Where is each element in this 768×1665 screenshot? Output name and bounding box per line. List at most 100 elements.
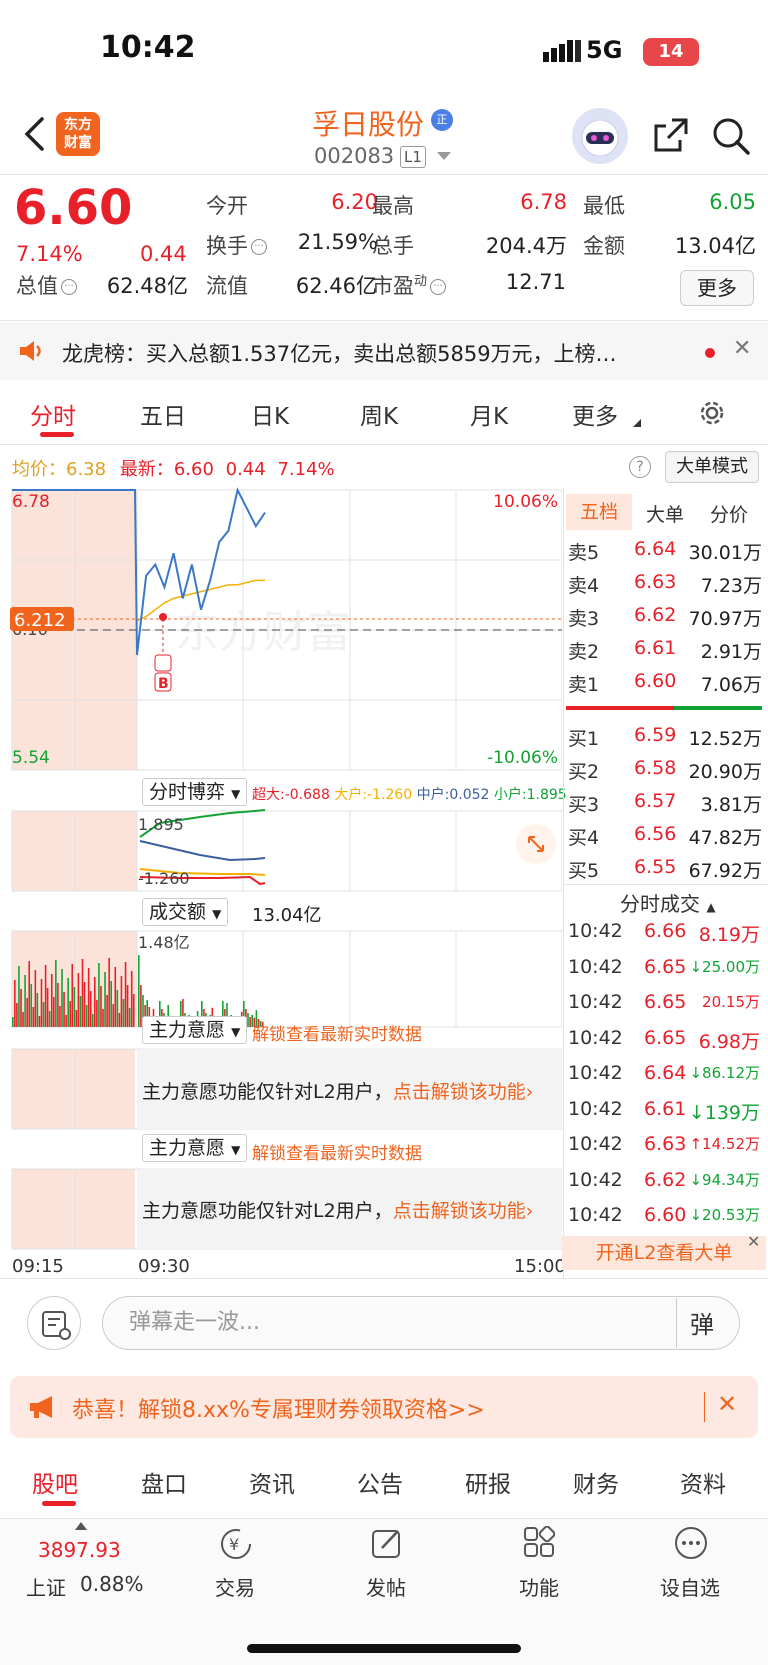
volume-bar bbox=[96, 1000, 98, 1027]
quote-label: 总手 bbox=[372, 234, 414, 258]
quote-value: 6.05 bbox=[709, 190, 756, 214]
x-label-open: 09:30 bbox=[138, 1256, 190, 1277]
quote-value: 13.04亿 bbox=[674, 234, 756, 258]
volume-bar bbox=[67, 978, 69, 1027]
volume-bar bbox=[85, 1005, 88, 1027]
badge-zheng: 正 bbox=[431, 109, 453, 131]
settings-gear-icon[interactable] bbox=[697, 398, 727, 428]
tab-guba[interactable]: 股吧 bbox=[32, 1465, 78, 1499]
volume-bar bbox=[104, 972, 106, 1027]
nav-add-watchlist[interactable]: 设自选 bbox=[660, 1572, 720, 1601]
ind2-selector[interactable]: 成交额 ▼ bbox=[142, 898, 229, 926]
danmu-toggle-button[interactable]: 弹 bbox=[690, 1305, 714, 1340]
tab-research[interactable]: 研报 bbox=[465, 1465, 511, 1499]
tab-price-dist[interactable]: 分价 bbox=[710, 500, 748, 527]
robot-avatar-icon[interactable] bbox=[572, 108, 628, 164]
ticks-title[interactable]: 分时成交 ▲ bbox=[620, 888, 716, 917]
index-value[interactable]: 3897.93 bbox=[38, 1538, 121, 1562]
open-l2-banner[interactable]: 开通L2查看大单 bbox=[562, 1236, 766, 1270]
search-icon[interactable] bbox=[711, 116, 751, 156]
level-volume: 47.82万 bbox=[688, 827, 762, 849]
volume-bar bbox=[130, 971, 133, 1027]
divider bbox=[676, 1298, 677, 1348]
tab-five-levels[interactable]: 五档 bbox=[566, 494, 632, 530]
big-order-mode-button[interactable]: 大单模式 bbox=[665, 451, 759, 483]
tab-daily-k[interactable]: 日K bbox=[251, 397, 289, 431]
ind3-lock-message[interactable]: 主力意愿功能仅针对L2用户，点击解锁该功能› bbox=[142, 1077, 533, 1104]
ind4-selector[interactable]: 主力意愿 ▼ bbox=[142, 1134, 248, 1162]
tab-pankou[interactable]: 盘口 bbox=[141, 1465, 187, 1499]
help-icon[interactable]: ? bbox=[629, 456, 651, 478]
marker-price: 6.212 bbox=[14, 610, 66, 631]
stock-name[interactable]: 孚日股份 bbox=[312, 103, 424, 143]
volume-bar bbox=[65, 1015, 67, 1027]
danmu-list-icon[interactable] bbox=[27, 1296, 81, 1350]
level-badge[interactable]: L1 bbox=[400, 146, 426, 168]
close-icon[interactable]: ✕ bbox=[717, 1390, 737, 1418]
divider bbox=[704, 1392, 705, 1422]
share-icon[interactable] bbox=[652, 116, 690, 154]
volume-bar bbox=[128, 1008, 131, 1027]
ind1-selector[interactable]: 分时博弈 ▼ bbox=[142, 778, 248, 806]
orderbook-row[interactable]: 卖3 6.62 70.97万 bbox=[568, 604, 764, 636]
ind3-unlock-link[interactable]: 解锁查看最新实时数据 bbox=[252, 1020, 422, 1045]
orderbook-row[interactable]: 买1 6.59 12.52万 bbox=[568, 724, 764, 756]
tab-weekly-k[interactable]: 周K bbox=[360, 397, 398, 431]
orderbook-row[interactable]: 卖2 6.61 2.91万 bbox=[568, 637, 764, 669]
trade-icon[interactable]: ¥ bbox=[218, 1526, 254, 1562]
current-price: 6.60 bbox=[14, 180, 133, 236]
nav-post[interactable]: 发帖 bbox=[366, 1572, 406, 1601]
chevron-down-icon[interactable] bbox=[437, 152, 451, 162]
level-label: 卖2 bbox=[568, 641, 600, 663]
tick-row: 10:42 6.65 ↓25.00万 bbox=[568, 955, 760, 978]
orderbook-row[interactable]: 卖4 6.63 7.23万 bbox=[568, 571, 764, 603]
orderbook-row[interactable]: 买3 6.57 3.81万 bbox=[568, 790, 764, 822]
functions-grid-icon[interactable] bbox=[523, 1526, 555, 1558]
notice-text[interactable]: 龙虎榜：买入总额1.537亿元，卖出总额5859万元，上榜… bbox=[62, 338, 682, 368]
index-name[interactable]: 上证 bbox=[26, 1572, 66, 1601]
eastmoney-logo: 东方 财富 bbox=[56, 112, 100, 156]
status-bar: 10:42 5G 14 bbox=[0, 0, 768, 100]
quote-label: 最低 bbox=[583, 194, 625, 218]
close-icon[interactable]: ✕ bbox=[747, 1232, 760, 1251]
level-price: 6.55 bbox=[634, 856, 677, 878]
home-indicator bbox=[247, 1644, 521, 1653]
tab-more[interactable]: 更多 bbox=[572, 397, 618, 431]
tab-profile[interactable]: 资料 bbox=[680, 1465, 726, 1499]
tab-announcements[interactable]: 公告 bbox=[357, 1465, 403, 1499]
promo-text[interactable]: 恭喜！解锁8.xx%专属理财券领取资格>> bbox=[72, 1392, 485, 1424]
tab-big-orders[interactable]: 大单 bbox=[646, 500, 684, 527]
level-price: 6.61 bbox=[634, 637, 677, 659]
nav-functions[interactable]: 功能 bbox=[519, 1572, 559, 1601]
volume-bar bbox=[42, 1002, 45, 1027]
ind4-unlock-link[interactable]: 解锁查看最新实时数据 bbox=[252, 1139, 422, 1164]
orderbook-row[interactable]: 买2 6.58 20.90万 bbox=[568, 757, 764, 789]
volume-bar bbox=[106, 995, 108, 1027]
nav-trade[interactable]: 交易 bbox=[215, 1572, 255, 1601]
quote-value: 12.71 bbox=[505, 270, 566, 294]
ind4-lock-message[interactable]: 主力意愿功能仅针对L2用户，点击解锁该功能› bbox=[142, 1196, 533, 1223]
tab-news[interactable]: 资讯 bbox=[249, 1465, 295, 1499]
tab-monthly-k[interactable]: 月K bbox=[470, 397, 508, 431]
orderbook-row[interactable]: 买4 6.56 47.82万 bbox=[568, 823, 764, 855]
tab-finance[interactable]: 财务 bbox=[573, 1465, 619, 1499]
premarket-shade bbox=[12, 1049, 135, 1129]
back-icon[interactable] bbox=[22, 116, 46, 152]
orderbook-row[interactable]: 卖5 6.64 30.01万 bbox=[568, 538, 764, 570]
tab-five-day[interactable]: 五日 bbox=[140, 397, 186, 431]
close-icon[interactable]: ✕ bbox=[733, 336, 751, 361]
orderbook-row[interactable]: 卖1 6.60 7.06万 bbox=[568, 670, 764, 702]
tab-intraday[interactable]: 分时 bbox=[30, 397, 76, 431]
expand-icon[interactable] bbox=[516, 824, 556, 864]
volume-bar bbox=[124, 962, 127, 1027]
tick-row: 10:42 6.60 ↓20.53万 bbox=[568, 1204, 760, 1226]
more-button[interactable]: 更多 bbox=[680, 270, 754, 306]
more-dots-icon[interactable] bbox=[674, 1526, 708, 1560]
compose-icon[interactable] bbox=[370, 1526, 404, 1560]
level-volume: 70.97万 bbox=[688, 608, 762, 630]
ind3-selector[interactable]: 主力意愿 ▼ bbox=[142, 1016, 248, 1044]
index-pct[interactable]: 0.88% bbox=[80, 1572, 144, 1596]
volume-bar bbox=[46, 988, 49, 1027]
danmu-input[interactable]: 弹幕走一波... bbox=[102, 1296, 740, 1350]
level-label: 买5 bbox=[568, 860, 600, 882]
